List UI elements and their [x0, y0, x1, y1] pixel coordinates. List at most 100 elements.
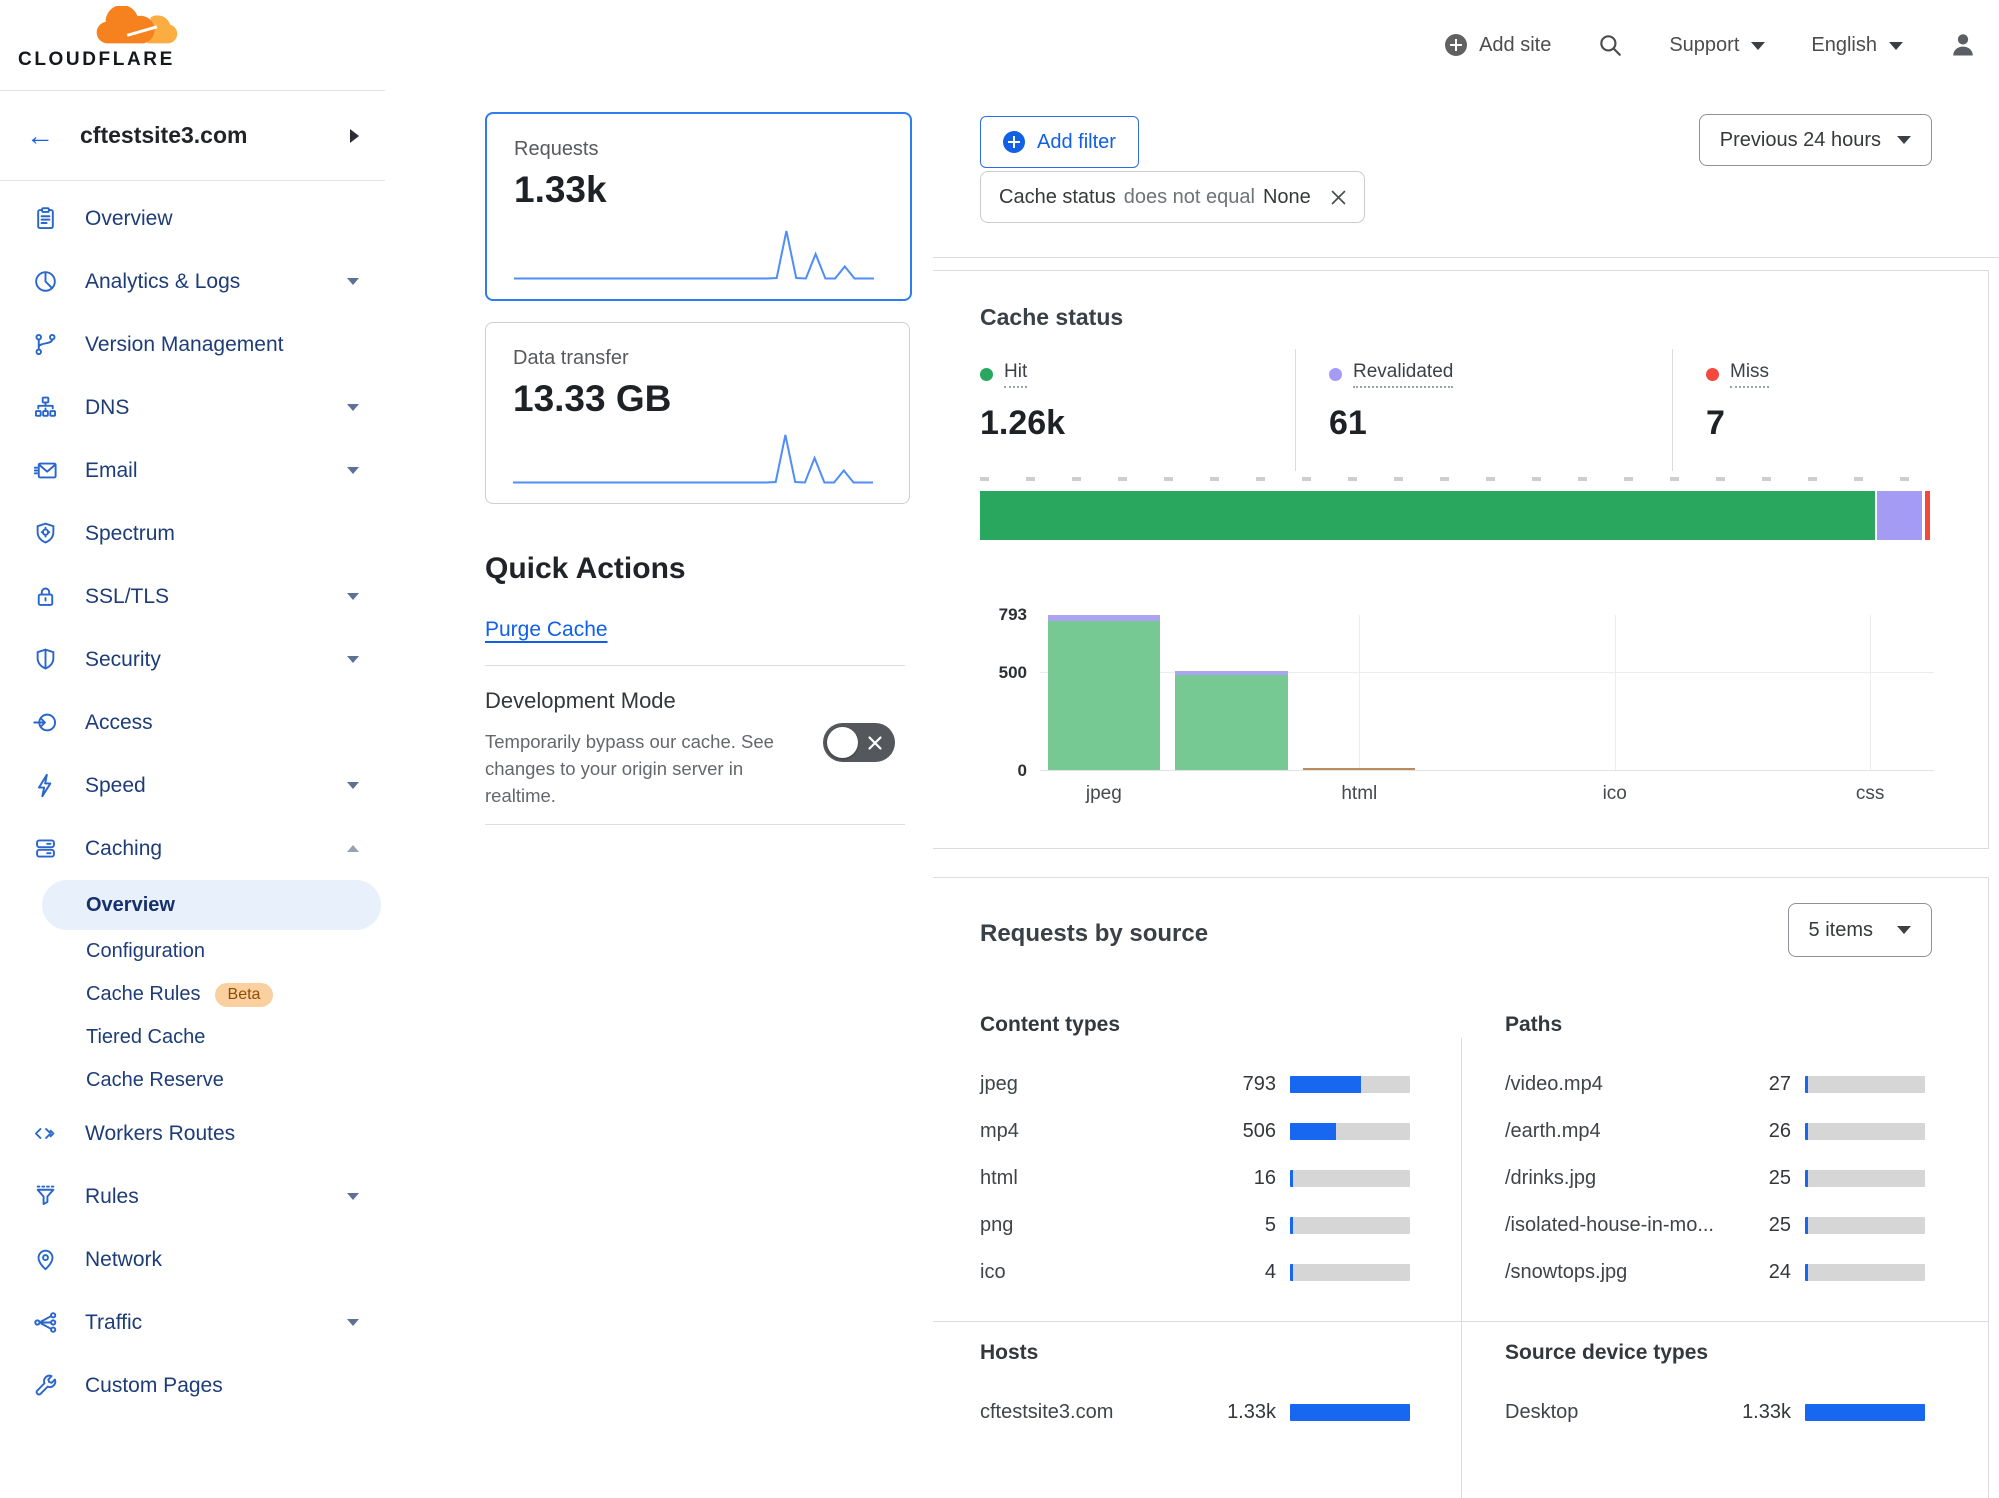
sidebar-item-workers-routes[interactable]: Workers Routes [0, 1102, 385, 1165]
server-stack-icon [32, 835, 59, 862]
close-icon[interactable] [1329, 188, 1348, 207]
data-transfer-metric-card[interactable]: Data transfer 13.33 GB [485, 322, 910, 504]
sidebar-item-caching[interactable]: Caching [0, 817, 385, 880]
chevron-down-icon [347, 278, 359, 285]
legend-miss[interactable]: Miss 7 [1672, 349, 1930, 471]
site-selector[interactable]: ← cftestsite3.com [0, 91, 385, 181]
items-count-dropdown[interactable]: 5 items [1788, 903, 1932, 957]
sidebar-item-spectrum[interactable]: Spectrum [0, 502, 385, 565]
sidebar-item-version-management[interactable]: Version Management [0, 313, 385, 376]
chevron-right-icon[interactable] [350, 129, 359, 143]
legend-label[interactable]: Hit [1004, 361, 1027, 388]
padlock-icon [32, 583, 59, 610]
chevron-down-icon [347, 467, 359, 474]
sidebar-item-overview[interactable]: Overview [0, 187, 385, 250]
legend-revalidated[interactable]: Revalidated61 [1295, 349, 1672, 471]
chevron-down-icon [347, 404, 359, 411]
plus-icon [1445, 34, 1467, 56]
purge-cache-link[interactable]: Purge Cache [485, 618, 608, 642]
list-item: jpeg793 [980, 1061, 1410, 1108]
sidebar-item-traffic[interactable]: Traffic [0, 1291, 385, 1354]
stacked-segment-revalidated [1877, 491, 1922, 540]
sidebar-subitem-tiered-cache[interactable]: Tiered Cache [42, 1016, 381, 1059]
legend-hit[interactable]: Hit1.26k [980, 349, 1295, 471]
divider [1461, 1038, 1462, 1498]
x-axis-label: css [1806, 783, 1934, 805]
stacked-segment-miss [1925, 491, 1930, 540]
development-mode-toggle[interactable] [823, 723, 895, 762]
sidebar-subitem-configuration[interactable]: Configuration [42, 930, 381, 973]
sidebar-item-dns[interactable]: DNS [0, 376, 385, 439]
metrics-column: Requests 1.33k Data transfer 13.33 GB Qu… [385, 90, 934, 1422]
code-brackets-icon [32, 1120, 59, 1147]
add-filter-button[interactable]: Add filter [980, 116, 1139, 168]
legend-dot [1706, 368, 1719, 381]
list-item: /earth.mp426 [1505, 1108, 1925, 1155]
time-range-dropdown[interactable]: Previous 24 hours [1699, 114, 1932, 166]
beta-badge: Beta [215, 983, 274, 1007]
sidebar-item-rules[interactable]: Rules [0, 1165, 385, 1228]
cache-status-stacked-bar [980, 491, 1930, 540]
back-arrow-icon[interactable]: ← [26, 122, 54, 150]
data-transfer-value: 13.33 GB [513, 378, 909, 420]
sidebar-item-analytics-logs[interactable]: Analytics & Logs [0, 250, 385, 313]
list-item: mp4506 [980, 1108, 1410, 1155]
chevron-down-icon [1897, 926, 1911, 934]
lightning-icon [32, 772, 59, 799]
sidebar-item-custom-pages[interactable]: Custom Pages [0, 1354, 385, 1417]
bar-segment-hit [1048, 621, 1160, 771]
paths-list: /video.mp427/earth.mp426/drinks.jpg25/is… [1505, 1061, 1925, 1296]
requests-by-source-card: Requests by source 5 items Content types… [933, 877, 1989, 1498]
stacked-segment-hit [980, 491, 1875, 540]
sidebar-subitem-cache-reserve[interactable]: Cache Reserve [42, 1059, 381, 1102]
meter-bar [1290, 1264, 1410, 1281]
bar-ico [1551, 615, 1679, 771]
sidebar-item-email[interactable]: Email [0, 439, 385, 502]
list-item: Desktop1.33k [1505, 1389, 1925, 1436]
cache-status-legend: Hit1.26kRevalidated61 Miss 7 [980, 349, 1930, 471]
paths-heading: Paths [1505, 1013, 1925, 1037]
x-axis-label: jpeg [1040, 783, 1168, 805]
sidebar-item-network[interactable]: Network [0, 1228, 385, 1291]
clipboard-icon [32, 205, 59, 232]
support-menu[interactable]: Support [1669, 34, 1765, 57]
bar-segment-mixed [1303, 768, 1415, 771]
development-mode-title: Development Mode [485, 688, 676, 714]
paths-section: Paths /video.mp427/earth.mp426/drinks.jp… [1505, 1013, 1925, 1296]
chevron-up-icon [347, 845, 359, 852]
header-actions: Add site Support English [1445, 0, 1977, 90]
filter-chip[interactable]: Cache status does not equal None [980, 171, 1365, 223]
legend-label[interactable]: Revalidated [1353, 361, 1453, 388]
cache-bar-labels: jpeghtmlicocss [1040, 783, 1934, 805]
list-item: /isolated-house-in-mo...25 [1505, 1202, 1925, 1249]
toggle-off-x-icon [867, 735, 883, 751]
sidebar-item-speed[interactable]: Speed [0, 754, 385, 817]
source-device-types-heading: Source device types [1505, 1341, 1925, 1365]
add-site-button[interactable]: Add site [1445, 34, 1551, 57]
sidebar-item-access[interactable]: Access [0, 691, 385, 754]
language-menu[interactable]: English [1811, 34, 1903, 57]
user-account-icon[interactable] [1949, 31, 1977, 59]
legend-label[interactable]: Miss [1730, 361, 1769, 388]
bar-segment-hit [1175, 675, 1287, 771]
meter-bar [1805, 1264, 1925, 1281]
dark-cloud-shape [97, 6, 155, 43]
plus-icon [1003, 131, 1025, 153]
cloudflare-logo[interactable]: CLOUDFLARE [18, 6, 180, 71]
sidebar-item-security[interactable]: Security [0, 628, 385, 691]
legend-value: 7 [1706, 404, 1930, 443]
content-types-section: Content types jpeg793mp4506html16png5ico… [980, 1013, 1410, 1296]
search-icon[interactable] [1597, 32, 1623, 58]
sidebar-subitem-overview[interactable]: Overview [42, 880, 381, 930]
dns-tree-icon [32, 394, 59, 421]
divider [933, 257, 1999, 258]
meter-bar [1805, 1123, 1925, 1140]
sidebar-item-ssl-tls[interactable]: SSL/TLS [0, 565, 385, 628]
sidebar-nav: OverviewAnalytics & LogsVersion Manageme… [0, 181, 385, 1417]
requests-metric-card[interactable]: Requests 1.33k [485, 112, 912, 301]
top-header: CLOUDFLARE Add site Support English [0, 0, 1999, 90]
sidebar-subitem-cache-rules[interactable]: Cache RulesBeta [42, 973, 381, 1016]
chevron-down-icon [1751, 42, 1765, 50]
requests-value: 1.33k [514, 169, 910, 211]
chevron-down-icon [347, 1319, 359, 1326]
